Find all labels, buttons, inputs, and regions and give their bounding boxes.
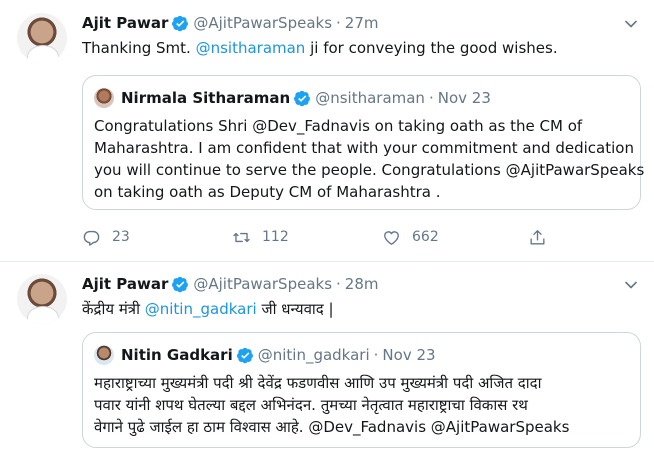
- quoted-tweet-text: Congratulations Shri @Dev_Fadnavis on ta…: [94, 115, 644, 203]
- quoted-text-line: you will continue to serve the people. C…: [94, 161, 645, 179]
- tweet-text-part: Thanking Smt.: [82, 39, 196, 57]
- tweet-header: Ajit Pawar @AjitPawarSpeaks · 27m: [82, 12, 379, 34]
- mention-link[interactable]: @nitin_gadkari: [145, 300, 257, 318]
- quoted-author-name: Nirmala Sitharaman: [121, 89, 291, 107]
- quoted-tweet-header: Nirmala Sitharaman @nsitharaman · Nov 23: [94, 86, 491, 110]
- avatar[interactable]: [17, 274, 67, 324]
- reply-button[interactable]: 23: [82, 226, 130, 248]
- quoted-text-line: Maharashtra. I am confident that with yo…: [94, 139, 634, 157]
- quoted-tweet-header: Nitin Gadkari @nitin_gadkari · Nov 23: [94, 343, 436, 367]
- like-icon: [384, 230, 399, 245]
- quoted-text-line: पवार यांनी शपथ घेतल्या बद्दल अभिनंदन. तु…: [94, 396, 528, 414]
- mention-link[interactable]: @nsitharaman: [196, 39, 306, 57]
- quoted-avatar: [94, 345, 114, 365]
- reply-count: 23: [112, 229, 130, 245]
- quoted-text-line: on taking oath as Deputy CM of Maharasht…: [94, 183, 441, 201]
- separator-dot: ·: [336, 275, 341, 293]
- avatar[interactable]: [17, 13, 67, 63]
- quoted-text-line: वेगाने पुढे जाईल हा ठाम विश्वास आहे. @De…: [94, 418, 570, 436]
- retweet-count: 112: [262, 229, 289, 245]
- quoted-author-handle: @nitin_gadkari: [257, 346, 370, 364]
- author-handle[interactable]: @AjitPawarSpeaks: [193, 14, 332, 32]
- tweet-header: Ajit Pawar @AjitPawarSpeaks · 28m: [82, 273, 379, 295]
- like-count: 662: [412, 229, 439, 245]
- timestamp[interactable]: 28m: [345, 275, 379, 293]
- tweet-text-part: जी धन्यवाद |: [256, 300, 334, 318]
- retweet-icon: [233, 232, 250, 242]
- verified-badge-icon: [294, 90, 311, 106]
- author-handle[interactable]: @AjitPawarSpeaks: [193, 275, 332, 293]
- separator-dot: ·: [336, 14, 341, 32]
- reply-icon: [83, 230, 100, 246]
- verified-badge-icon: [172, 276, 189, 292]
- verified-badge-icon: [172, 15, 189, 31]
- chevron-down-icon[interactable]: [624, 17, 638, 31]
- tweet-text-part: ji for conveying the good wishes.: [305, 39, 558, 57]
- quoted-tweet[interactable]: Nirmala Sitharaman @nsitharaman · Nov 23…: [82, 75, 644, 210]
- quoted-author-handle: @nsitharaman: [315, 89, 425, 107]
- tweet-text: Thanking Smt. @nsitharaman ji for convey…: [82, 38, 558, 58]
- quoted-text-line: महाराष्ट्राच्या मुख्यमंत्री पदी श्री देव…: [94, 374, 542, 392]
- retweet-button[interactable]: 112: [232, 226, 289, 248]
- quoted-author-name: Nitin Gadkari: [121, 346, 233, 364]
- tweet[interactable]: Ajit Pawar @AjitPawarSpeaks · 28m केंद्र…: [0, 262, 654, 451]
- verified-badge-icon: [236, 347, 253, 363]
- timestamp[interactable]: 27m: [345, 14, 379, 32]
- tweet-text-part: केंद्रीय मंत्री: [82, 300, 145, 318]
- separator-dot: ·: [373, 346, 379, 364]
- like-button[interactable]: 662: [382, 226, 439, 248]
- quoted-timestamp: Nov 23: [437, 89, 491, 107]
- author-name[interactable]: Ajit Pawar: [82, 14, 168, 32]
- quoted-tweet-text: महाराष्ट्राच्या मुख्यमंत्री पदी श्री देव…: [94, 372, 569, 438]
- quoted-avatar: [94, 88, 114, 108]
- share-icon: [530, 229, 545, 245]
- tweet-actions: 23 112 662: [82, 226, 562, 248]
- chevron-down-icon[interactable]: [624, 278, 638, 292]
- separator-dot: ·: [428, 89, 434, 107]
- share-button[interactable]: [528, 226, 558, 248]
- tweet-text: केंद्रीय मंत्री @nitin_gadkari जी धन्यवा…: [82, 299, 334, 319]
- quoted-timestamp: Nov 23: [382, 346, 436, 364]
- author-name[interactable]: Ajit Pawar: [82, 275, 168, 293]
- tweet[interactable]: Ajit Pawar @AjitPawarSpeaks · 27m Thanki…: [0, 0, 654, 262]
- quoted-tweet[interactable]: Nitin Gadkari @nitin_gadkari · Nov 23 मह…: [82, 332, 641, 448]
- quoted-text-line: Congratulations Shri @Dev_Fadnavis on ta…: [94, 117, 583, 135]
